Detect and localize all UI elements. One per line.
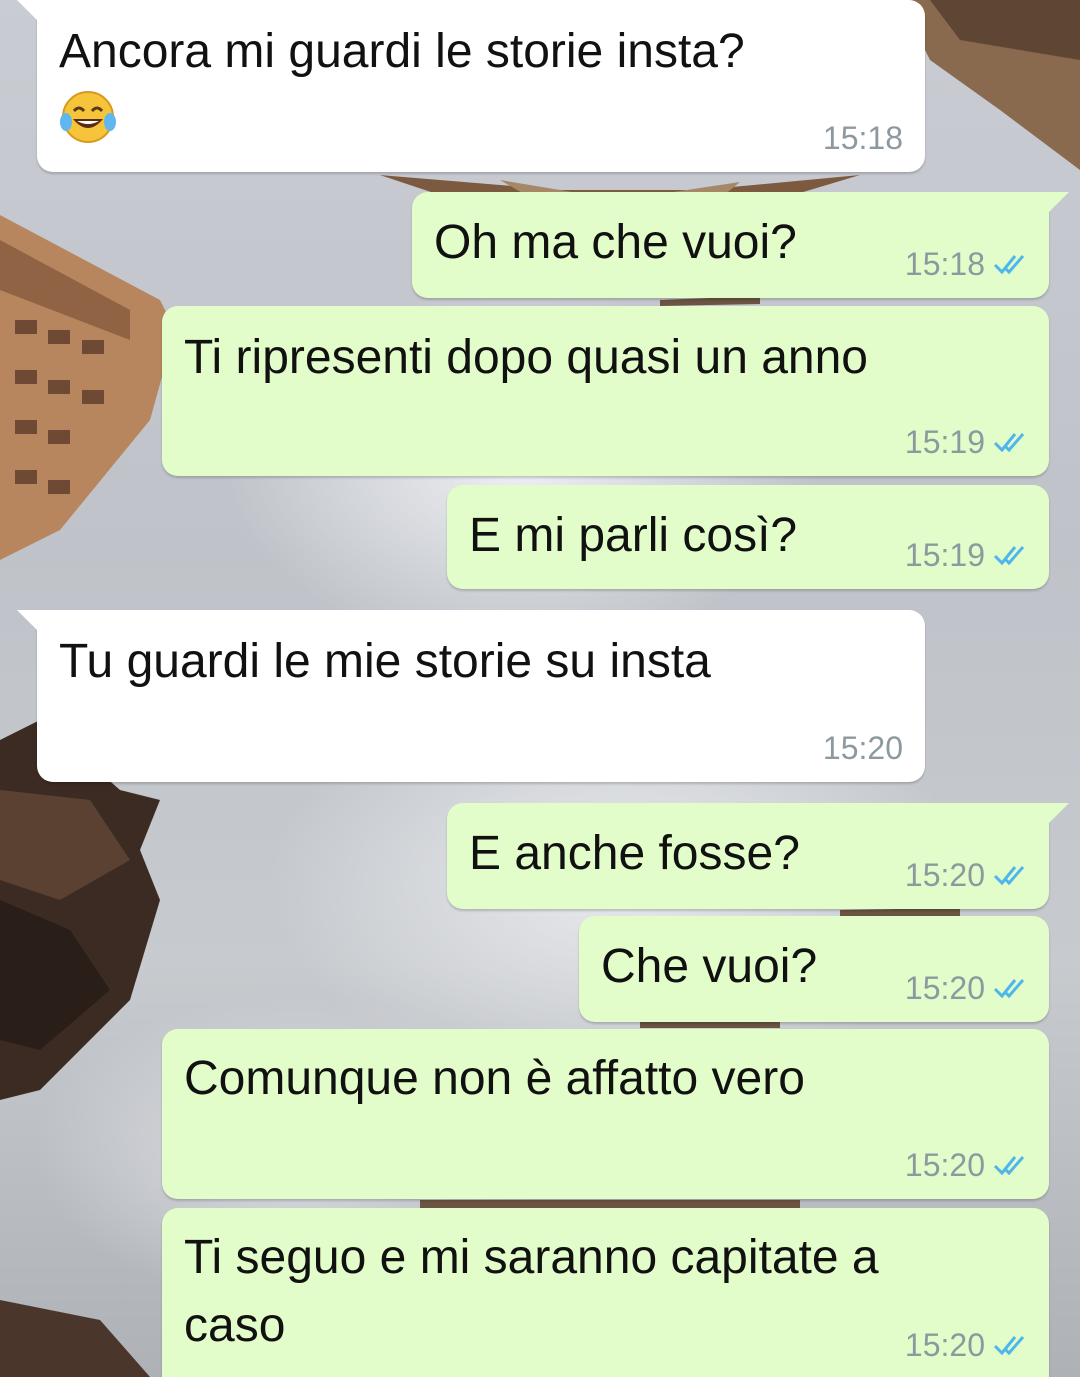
message-text: E anche fosse? [469,827,800,880]
message-time: 15:20 [904,970,985,1006]
message-text: Ti ripresenti dopo quasi un anno [184,331,868,384]
message-meta: 15:19 [905,422,1027,462]
message-time: 15:20 [904,1147,985,1183]
message-text: Che vuoi? [601,940,818,993]
message-text: Oh ma che vuoi? [434,216,797,269]
message-bubble-outgoing[interactable]: E mi parli così? 15:19 [447,485,1049,589]
message-time: 15:18 [822,120,903,156]
message-text: Tu guardi le mie storie su insta [59,635,711,688]
message-bubble-incoming[interactable]: Tu guardi le mie storie su insta 15:20 [17,610,925,782]
message-meta: 15:20 [905,1145,1027,1185]
message-meta: 15:20 [905,1325,1027,1365]
message-meta: 15:20 [905,855,1027,895]
message-meta: 15:20 [905,968,1027,1008]
double-check-icon [993,546,1025,566]
double-check-icon [993,255,1025,275]
message-time: 15:20 [822,730,903,766]
message-bubble-incoming[interactable]: Ancora mi guardi le storie insta? 15:18 [17,0,925,172]
message-bubble-outgoing[interactable]: Ti seguo e mi saranno capitate a caso 15… [162,1208,1049,1377]
message-bubble-outgoing[interactable]: Che vuoi? 15:20 [579,916,1049,1022]
message-time: 15:20 [904,857,985,893]
message-meta: 15:19 [905,535,1027,575]
message-time: 15:19 [904,424,985,460]
message-time: 15:18 [904,246,985,282]
double-check-icon [993,1336,1025,1356]
message-list[interactable]: Ancora mi guardi le storie insta? 15:18 … [0,0,1080,1377]
message-bubble-outgoing[interactable]: Oh ma che vuoi? 15:18 [412,192,1069,298]
double-check-icon [993,1156,1025,1176]
message-bubble-outgoing[interactable]: Comunque non è affatto vero 15:20 [162,1029,1049,1199]
message-meta: 15:20 [823,728,903,768]
message-text: Ti seguo e mi saranno capitate a caso [184,1231,879,1352]
message-text: Comunque non è affatto vero [184,1052,805,1105]
message-meta: 15:18 [905,244,1027,284]
message-bubble-outgoing[interactable]: Ti ripresenti dopo quasi un anno 15:19 [162,306,1049,476]
face-with-tears-of-joy-icon [60,91,116,143]
double-check-icon [993,979,1025,999]
message-time: 15:19 [904,537,985,573]
message-meta: 15:18 [823,118,903,158]
double-check-icon [993,433,1025,453]
message-bubble-outgoing[interactable]: E anche fosse? 15:20 [447,803,1069,909]
message-text: Ancora mi guardi le storie insta? [59,25,745,78]
double-check-icon [993,866,1025,886]
message-text: E mi parli così? [469,509,798,562]
message-time: 15:20 [904,1327,985,1363]
